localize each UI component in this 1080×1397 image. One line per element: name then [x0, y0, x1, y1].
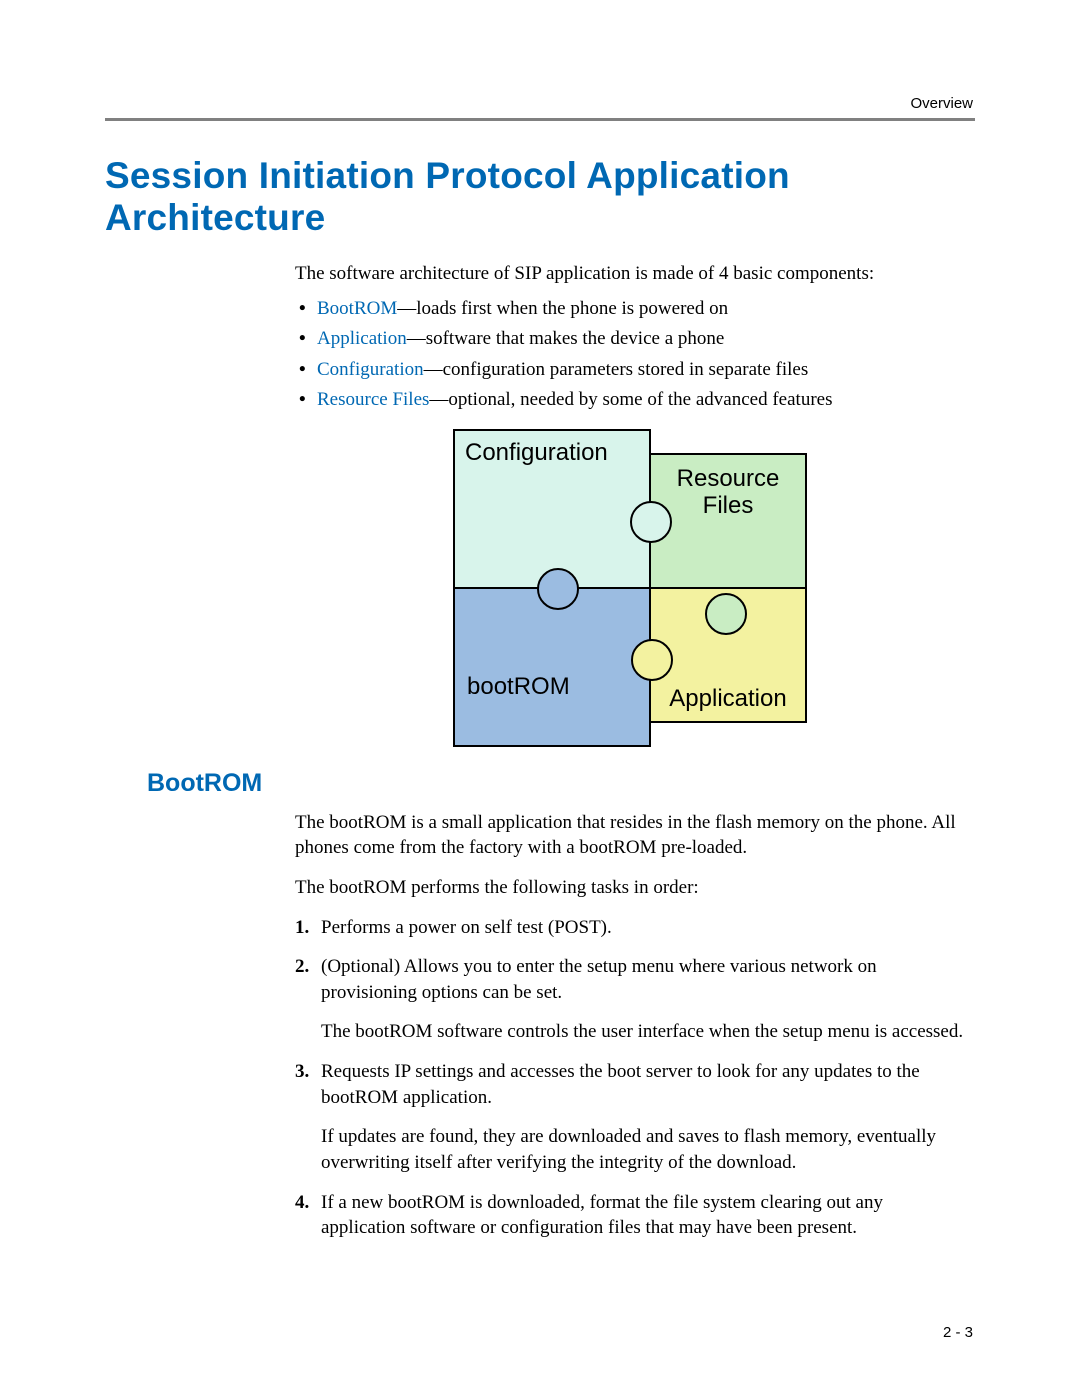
- step-item: (Optional) Allows you to enter the setup…: [295, 954, 965, 1045]
- architecture-diagram-container: Configuration Resource Files bootROM App…: [295, 429, 965, 747]
- puzzle-knob-icon: [631, 639, 673, 681]
- running-head: Overview: [910, 95, 973, 112]
- body-paragraph: The bootROM performs the following tasks…: [295, 875, 965, 901]
- list-item: Configuration—configuration parameters s…: [295, 356, 965, 385]
- list-item: Application—software that makes the devi…: [295, 325, 965, 354]
- step-item: If a new bootROM is downloaded, format t…: [295, 1190, 965, 1241]
- intro-block: The software architecture of SIP applica…: [295, 261, 965, 747]
- component-term[interactable]: Resource Files: [317, 389, 429, 410]
- page: Overview Session Initiation Protocol App…: [0, 0, 1080, 1397]
- diagram-piece-bootrom: bootROM: [453, 587, 651, 747]
- step-body: (Optional) Allows you to enter the setup…: [321, 956, 877, 1003]
- component-desc: —software that makes the device a phone: [407, 328, 725, 349]
- component-desc: —configuration parameters stored in sepa…: [424, 359, 809, 380]
- component-term[interactable]: BootROM: [317, 298, 397, 319]
- page-number: 2 - 3: [943, 1324, 973, 1341]
- list-item: BootROM—loads first when the phone is po…: [295, 295, 965, 324]
- step-sub: The bootROM software controls the user i…: [321, 1019, 965, 1045]
- step-body: Requests IP settings and accesses the bo…: [321, 1061, 920, 1108]
- step-body: If a new bootROM is downloaded, format t…: [321, 1192, 883, 1239]
- steps-list: Performs a power on self test (POST). (O…: [295, 915, 965, 1241]
- step-item: Requests IP settings and accesses the bo…: [295, 1059, 965, 1176]
- step-body: Performs a power on self test (POST).: [321, 917, 612, 938]
- component-desc: —optional, needed by some of the advance…: [429, 389, 832, 410]
- diagram-label: Resource Files: [677, 465, 780, 520]
- bootrom-block: The bootROM is a small application that …: [295, 810, 965, 1241]
- section-heading-bootrom: BootROM: [147, 769, 975, 798]
- component-list: BootROM—loads first when the phone is po…: [295, 295, 965, 415]
- puzzle-knob-icon: [630, 501, 672, 543]
- puzzle-knob-icon: [537, 568, 579, 610]
- diagram-piece-configuration: Configuration: [453, 429, 651, 589]
- intro-text: The software architecture of SIP applica…: [295, 261, 965, 287]
- component-desc: —loads first when the phone is powered o…: [397, 298, 728, 319]
- component-term[interactable]: Application: [317, 328, 407, 349]
- diagram-label: Configuration: [465, 439, 608, 467]
- puzzle-knob-icon: [705, 593, 747, 635]
- architecture-diagram: Configuration Resource Files bootROM App…: [453, 429, 807, 747]
- step-sub: If updates are found, they are downloade…: [321, 1124, 965, 1175]
- diagram-label: Application: [669, 685, 786, 713]
- header-rule: [105, 118, 975, 121]
- step-item: Performs a power on self test (POST).: [295, 915, 965, 941]
- list-item: Resource Files—optional, needed by some …: [295, 386, 965, 415]
- page-title: Session Initiation Protocol Application …: [105, 155, 975, 239]
- component-term[interactable]: Configuration: [317, 359, 424, 380]
- body-paragraph: The bootROM is a small application that …: [295, 810, 965, 861]
- diagram-label: bootROM: [467, 673, 570, 701]
